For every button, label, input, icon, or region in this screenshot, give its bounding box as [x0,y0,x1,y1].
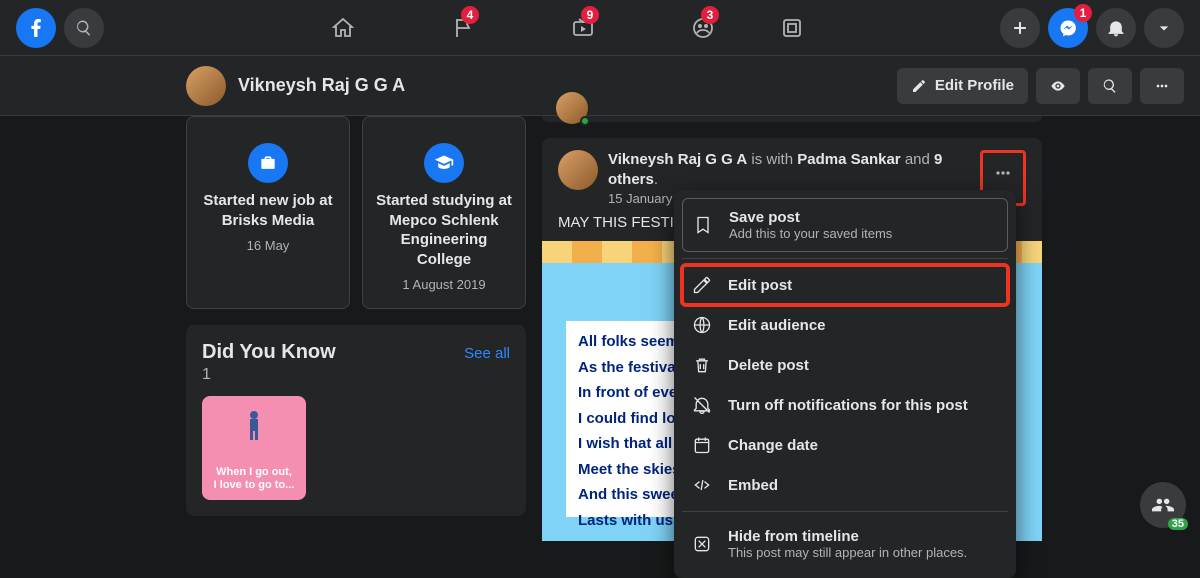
dyk-see-all[interactable]: See all [464,345,510,362]
did-you-know-card: Did You Know See all 1 When I go out, I … [186,325,526,516]
pages-badge: 4 [461,6,479,24]
post-and: and [905,151,930,168]
comment-composer-stub [542,116,1042,122]
life-event-date: 1 August 2019 [402,277,485,292]
nav-right: 1 [1000,8,1184,48]
life-event-card[interactable]: Started new job at Brisks Media 16 May [186,116,350,309]
dd-save-sub: Add this to your saved items [729,226,892,241]
profile-subheader: Vikneysh Raj G G A Edit Profile [0,56,1200,116]
edit-profile-label: Edit Profile [935,77,1014,94]
dd-edit-audience-label: Edit audience [728,317,826,334]
facebook-logo[interactable] [16,8,56,48]
bell-off-icon [690,395,714,415]
graduation-icon [424,143,464,183]
post-author-avatar[interactable] [558,150,598,190]
profile-avatar[interactable] [186,66,226,106]
hide-icon [690,534,714,554]
dd-edit-post-label: Edit post [728,277,792,294]
dd-embed-label: Embed [728,477,778,494]
dd-change-date[interactable]: Change date [682,425,1008,465]
profile-more-button[interactable] [1140,68,1184,104]
globe-icon [690,315,714,335]
content: Started new job at Brisks Media 16 May S… [0,116,1200,541]
life-event-date: 16 May [247,238,290,253]
dd-changedate-label: Change date [728,437,818,454]
dd-turn-off-notifications[interactable]: Turn off notifications for this post [682,385,1008,425]
messenger-button[interactable]: 1 [1048,8,1088,48]
pencil-icon [690,275,714,295]
edit-profile-button[interactable]: Edit Profile [897,68,1028,104]
life-event-title: Started studying at Mepco Schlenk Engine… [375,191,513,269]
post-actions-dropdown: Save post Add this to your saved items E… [674,190,1016,578]
nav-center: 4 9 3 [104,0,1000,56]
dd-embed[interactable]: Embed [682,465,1008,505]
dyk-count: 1 [202,366,510,384]
nav-gaming[interactable] [767,0,817,56]
messenger-badge: 1 [1074,4,1092,22]
top-nav: 4 9 3 1 [0,0,1200,56]
life-event-card[interactable]: Started studying at Mepco Schlenk Engine… [362,116,526,309]
post-author[interactable]: Vikneysh Raj G G A [608,151,747,168]
trash-icon [690,355,714,375]
dd-hide-timeline[interactable]: Hide from timeline This post may still a… [682,518,1008,570]
person-icon [244,410,264,442]
profile-search-button[interactable] [1088,68,1132,104]
dd-hide-sub: This post may still appear in other plac… [728,545,967,560]
separator [682,258,1008,259]
nav-watch[interactable]: 9 [527,0,639,56]
online-dot-icon [580,116,590,126]
dd-delete-label: Delete post [728,357,809,374]
account-menu-button[interactable] [1144,8,1184,48]
watch-badge: 9 [581,6,599,24]
nav-groups[interactable]: 3 [647,0,759,56]
post-is-with: is with [751,151,793,168]
dd-turnoff-label: Turn off notifications for this post [728,397,968,414]
post-author-line: Vikneysh Raj G G A is with Padma Sankar … [608,150,970,189]
post-card: Vikneysh Raj G G A is with Padma Sankar … [542,138,1042,541]
dyk-tile-line2: I love to go to... [214,479,295,492]
groups-badge: 3 [701,6,719,24]
dd-edit-post[interactable]: Edit post [682,265,1008,305]
dyk-title: Did You Know [202,341,336,364]
nav-pages[interactable]: 4 [407,0,519,56]
dd-edit-audience[interactable]: Edit audience [682,305,1008,345]
dyk-tile-line1: When I go out, [216,466,292,479]
life-events-row: Started new job at Brisks Media 16 May S… [186,116,526,309]
code-icon [690,475,714,495]
post-tagged[interactable]: Padma Sankar [797,151,900,168]
contacts-button[interactable]: 35 [1140,482,1186,528]
search-button[interactable] [64,8,104,48]
right-column: Vikneysh Raj G G A is with Padma Sankar … [542,116,1042,541]
profile-actions: Edit Profile [897,68,1184,104]
notifications-button[interactable] [1096,8,1136,48]
dyk-tile[interactable]: When I go out, I love to go to... [202,396,306,500]
post-period: . [654,171,658,188]
bookmark-icon [691,215,715,235]
calendar-icon [690,435,714,455]
life-event-title: Started new job at Brisks Media [199,191,337,230]
dd-delete-post[interactable]: Delete post [682,345,1008,385]
separator [682,511,1008,512]
left-column: Started new job at Brisks Media 16 May S… [186,116,526,541]
dd-hide-label: Hide from timeline [728,528,967,545]
nav-home[interactable] [287,0,399,56]
post-more-button[interactable] [985,155,1021,191]
dd-save-label: Save post [729,209,892,226]
logo-area [16,8,104,48]
create-button[interactable] [1000,8,1040,48]
dd-save-post[interactable]: Save post Add this to your saved items [682,198,1008,252]
contacts-count: 35 [1168,518,1188,530]
profile-name: Vikneysh Raj G G A [238,75,885,96]
view-as-button[interactable] [1036,68,1080,104]
briefcase-icon [248,143,288,183]
